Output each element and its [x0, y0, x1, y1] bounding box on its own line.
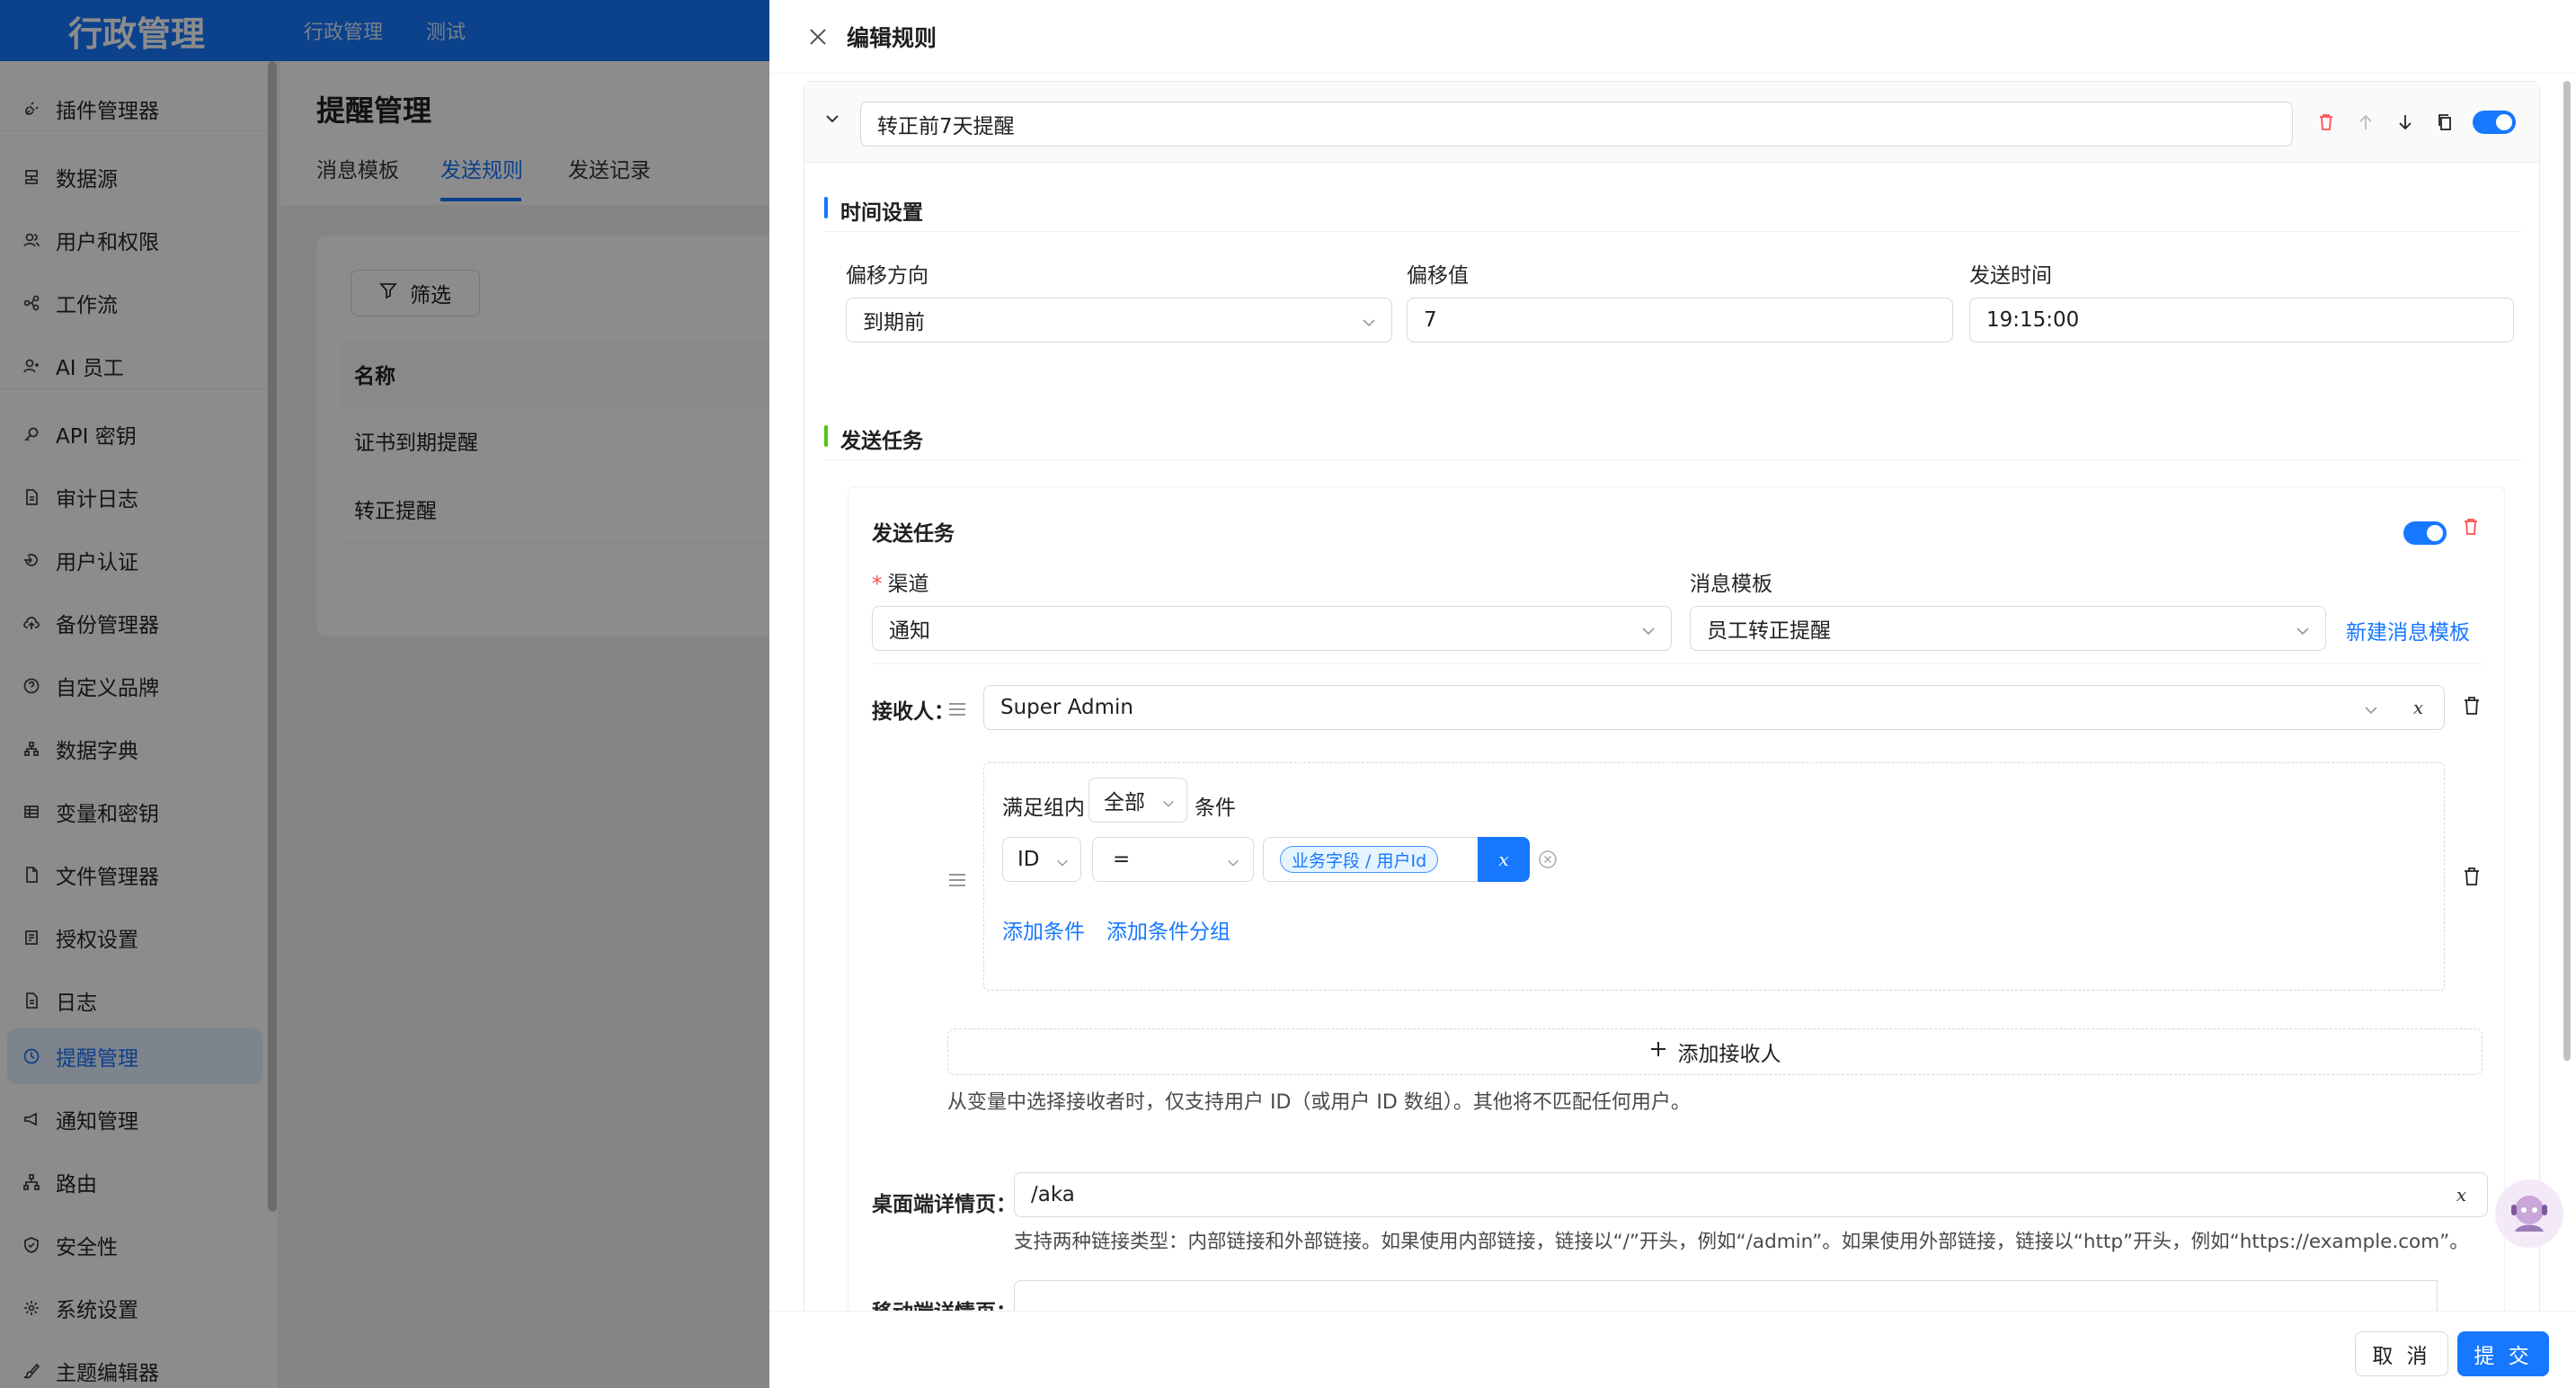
desktop-detail-label: 桌面端详情页： — [872, 1193, 1017, 1216]
chevron-down-icon — [2363, 700, 2379, 716]
recipient-label: 接收人： — [872, 700, 955, 724]
send-time-label: 发送时间 — [1969, 264, 2052, 288]
cancel-button[interactable]: 取 消 — [2355, 1331, 2448, 1376]
desktop-detail-input[interactable]: /aka — [1014, 1172, 2438, 1217]
condition-operator-value: = — [1113, 848, 1131, 871]
chevron-down-icon — [1161, 793, 1176, 816]
plus-icon — [1649, 1040, 1667, 1063]
recipient-hint: 从变量中选择接收者时，仅支持用户 ID（或用户 ID 数组）。其他将不匹配任何用… — [947, 1091, 1691, 1114]
add-recipient-label: 添加接收人 — [1677, 1043, 1781, 1066]
variable-button[interactable]: x — [2436, 1172, 2488, 1217]
send-task-card: 发送任务 * 渠道 通知 消息模板 员工转正提醒 新建消息模板 接收人： Sup… — [848, 486, 2505, 1311]
rule-name-value: 转正前7天提醒 — [877, 115, 1015, 138]
template-label: 消息模板 — [1690, 573, 1772, 596]
chevron-down-icon — [1226, 852, 1240, 876]
condition-value-input[interactable]: 业务字段 / 用户Id x — [1263, 837, 1530, 882]
offset-value-label: 偏移值 — [1407, 264, 1469, 288]
offset-direction-select[interactable]: 到期前 — [846, 298, 1392, 343]
add-condition-link[interactable]: 添加条件 — [1002, 914, 1085, 945]
rule-enabled-switch[interactable] — [2473, 111, 2516, 134]
trash-icon[interactable] — [2463, 867, 2483, 888]
rule-name-input[interactable]: 转正前7天提醒 — [860, 102, 2293, 147]
delete-icon[interactable] — [2316, 112, 2336, 132]
mobile-detail-input[interactable] — [1014, 1280, 2438, 1311]
arrow-up-icon[interactable] — [2356, 112, 2376, 132]
task-card-title: 发送任务 — [872, 522, 955, 546]
desktop-detail-value: /aka — [1031, 1183, 1075, 1206]
condition-operator-select[interactable]: = — [1092, 837, 1254, 882]
drawer-header: 编辑规则 — [769, 0, 2576, 74]
condition-field-select[interactable]: ID — [1002, 837, 1081, 882]
condition-suffix: 条件 — [1195, 796, 1236, 820]
condition-scope-select[interactable]: 全部 — [1088, 778, 1187, 823]
condition-group: 满足组内 全部 条件 ID = 业务字段 / 用户Id x 添加条件 添加条件分… — [983, 762, 2445, 991]
chevron-down-icon — [1055, 852, 1070, 876]
send-tasks-title: 发送任务 — [824, 423, 923, 454]
chevron-down-icon — [2295, 621, 2311, 637]
remove-condition-icon[interactable] — [1538, 850, 1558, 875]
offset-direction-value: 到期前 — [863, 311, 925, 334]
add-recipient-button[interactable]: 添加接收人 — [947, 1028, 2483, 1075]
submit-button[interactable]: 提 交 — [2457, 1331, 2549, 1376]
send-time-value: 19:15:00 — [1986, 308, 2080, 332]
condition-scope-value: 全部 — [1104, 791, 1145, 814]
mobile-detail-label: 移动端详情页： — [872, 1295, 1017, 1311]
close-icon[interactable] — [807, 26, 829, 48]
drag-handle-icon[interactable] — [947, 870, 967, 886]
arrow-down-icon[interactable] — [2395, 112, 2415, 132]
delete-icon[interactable] — [2463, 518, 2479, 541]
channel-label: * 渠道 — [872, 573, 929, 596]
chevron-down-icon — [1361, 313, 1377, 329]
rule-card: 转正前7天提醒 时间设置 偏移方向 到期前 偏移值 7 发送时间 19:15:0… — [804, 81, 2540, 1311]
template-select[interactable]: 员工转正提醒 — [1690, 606, 2326, 651]
offset-direction-label: 偏移方向 — [846, 264, 928, 288]
desktop-detail-hint: 支持两种链接类型：内部链接和外部链接。如果使用内部链接，链接以“/”开头，例如“… — [1014, 1231, 2469, 1253]
recipient-value: Super Admin — [1000, 696, 1133, 719]
send-time-picker[interactable]: 19:15:00 — [1969, 298, 2514, 343]
offset-value: 7 — [1424, 308, 1437, 332]
new-template-link[interactable]: 新建消息模板 — [2346, 615, 2470, 645]
channel-value: 通知 — [889, 619, 930, 643]
time-settings-title: 时间设置 — [824, 195, 923, 226]
channel-select[interactable]: 通知 — [872, 606, 1672, 651]
drawer-footer: 取 消 提 交 — [769, 1311, 2576, 1388]
trash-icon[interactable] — [2463, 696, 2483, 717]
template-value: 员工转正提醒 — [1707, 619, 1831, 643]
rule-card-header: 转正前7天提醒 — [804, 82, 2539, 163]
add-condition-group-link[interactable]: 添加条件分组 — [1106, 914, 1230, 945]
drawer-title: 编辑规则 — [847, 24, 937, 51]
drawer-scrollbar[interactable] — [2563, 81, 2571, 1061]
ai-assistant-avatar[interactable] — [2495, 1179, 2563, 1248]
drawer-body: 转正前7天提醒 时间设置 偏移方向 到期前 偏移值 7 发送时间 19:15:0… — [769, 74, 2576, 1311]
copy-icon[interactable] — [2435, 112, 2455, 132]
task-enabled-switch[interactable] — [2403, 521, 2447, 545]
variable-tag: 业务字段 / 用户Id — [1280, 846, 1439, 873]
chevron-down-icon[interactable] — [822, 109, 846, 132]
recipient-select[interactable]: Super Admin — [983, 685, 2394, 730]
variable-button[interactable]: x — [1478, 837, 1530, 882]
offset-value-input[interactable]: 7 — [1407, 298, 1953, 343]
variable-button[interactable]: x — [2393, 685, 2445, 730]
condition-field-value: ID — [1017, 848, 1040, 871]
edit-rule-drawer: 编辑规则 转正前7天提醒 时间设置 偏移方向 到期前 偏移值 7 发送时间 19… — [769, 0, 2576, 1388]
condition-prefix: 满足组内 — [1002, 796, 1085, 820]
chevron-down-icon — [1640, 621, 1657, 637]
drag-handle-icon[interactable] — [947, 699, 967, 716]
